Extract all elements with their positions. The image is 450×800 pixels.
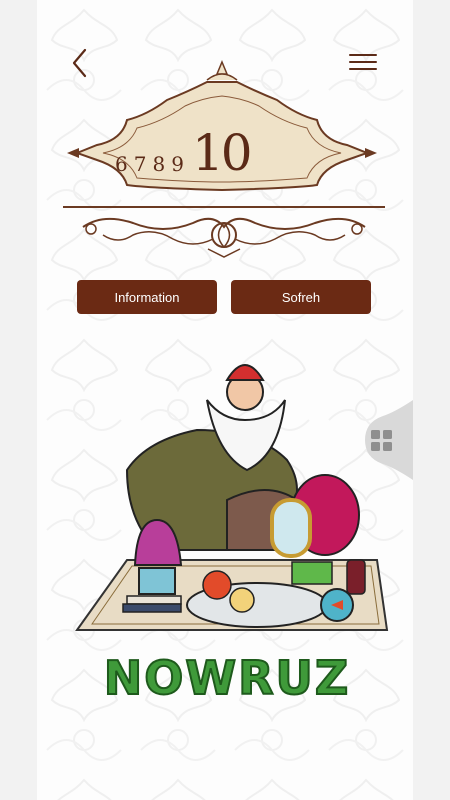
information-button[interactable]: Information	[77, 280, 217, 314]
sofreh-button[interactable]: Sofreh	[231, 280, 371, 314]
nowruz-illustration	[75, 364, 389, 631]
countdown-digit: 9	[171, 152, 184, 176]
ornamental-divider	[63, 206, 385, 258]
countdown-digit: 8	[152, 152, 166, 176]
mirror	[270, 498, 312, 558]
countdown-digit: 7	[133, 152, 147, 176]
app-screen: 6 7 8 9 10 Information Sofreh NOWRUZ	[37, 0, 413, 800]
plant-pot	[138, 567, 176, 595]
side-grid-tab[interactable]	[355, 400, 413, 480]
figure-hat	[225, 364, 265, 381]
countdown-digit: 6	[115, 152, 128, 176]
countdown-digits: 6 7 8 9 10	[115, 128, 253, 178]
countdown-current-number: 10	[191, 124, 253, 182]
nowruz-title: NOWRUZ	[103, 650, 350, 706]
nowruz-title-text: NOWRUZ	[104, 651, 350, 705]
